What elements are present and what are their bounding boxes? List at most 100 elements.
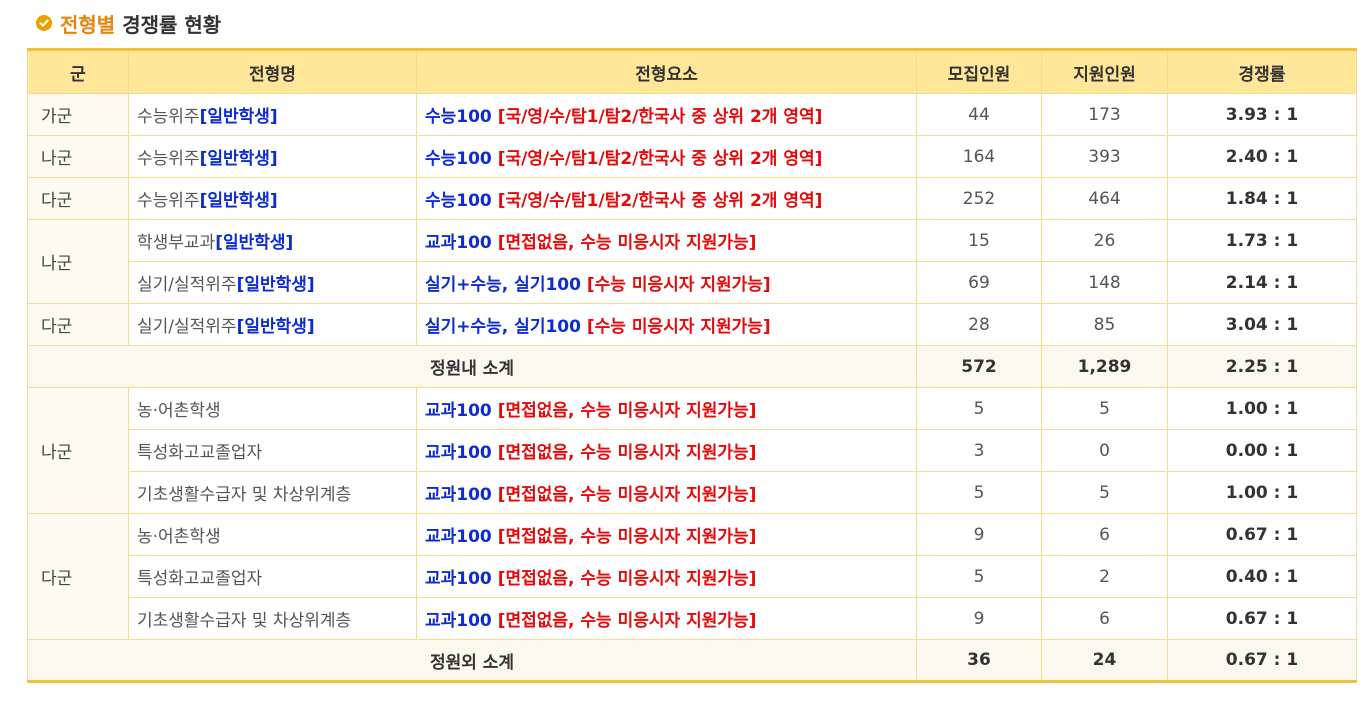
admission-tag: [일반학생] <box>199 191 278 211</box>
quota-cell: 69 <box>916 261 1042 304</box>
element-note: [면접없음, 수능 미응시자 지원가능] <box>497 527 757 547</box>
group-cell: 나군 <box>27 387 129 514</box>
element-note: [국/영/수/탐1/탐2/한국사 중 상위 2개 영역] <box>497 149 823 169</box>
section-title: 전형별 경쟁률 현황 <box>36 8 221 38</box>
admission-name-cell: 기초생활수급자 및 차상위계층 <box>128 471 417 514</box>
admission-name: 특성화고교졸업자 <box>137 443 263 463</box>
element-main: 수능100 <box>425 149 492 169</box>
admission-name-cell: 실기/실적위주[일반학생] <box>128 303 417 346</box>
group-cell: 가군 <box>27 93 129 136</box>
admission-name-cell: 수능위주[일반학생] <box>128 93 417 136</box>
element-main: 교과100 <box>425 485 492 505</box>
ratio-cell: 2.14 : 1 <box>1167 261 1357 304</box>
element-main: 실기+수능, 실기100 <box>425 275 581 295</box>
admission-elements-cell: 교과100 [면접없음, 수능 미응시자 지원가능] <box>416 429 917 472</box>
table-row: 실기/실적위주[일반학생] 실기+수능, 실기100 [수능 미응시자 지원가능… <box>28 261 1357 304</box>
admission-elements-cell: 교과100 [면접없음, 수능 미응시자 지원가능] <box>416 471 917 514</box>
admission-tag: [일반학생] <box>236 275 315 295</box>
applicants-cell: 26 <box>1041 219 1168 262</box>
element-note: [면접없음, 수능 미응시자 지원가능] <box>497 485 757 505</box>
ratio-cell: 0.67 : 1 <box>1167 513 1357 556</box>
admission-name-cell: 기초생활수급자 및 차상위계층 <box>128 597 417 640</box>
admission-name: 수능위주 <box>137 107 200 127</box>
subtotal-label: 정원외 소계 <box>27 639 917 682</box>
table-row: 다군 농·어촌학생 교과100 [면접없음, 수능 미응시자 지원가능] 9 6… <box>27 513 1357 640</box>
element-main: 교과100 <box>425 443 492 463</box>
quota-cell: 28 <box>916 303 1042 346</box>
admission-elements-cell: 교과100 [면접없음, 수능 미응시자 지원가능] <box>416 219 917 262</box>
check-circle-icon <box>36 15 52 31</box>
element-main: 교과100 <box>425 569 492 589</box>
admission-tag: [일반학생] <box>199 107 278 127</box>
admission-name: 농·어촌학생 <box>137 401 221 421</box>
admission-name-cell: 수능위주[일반학생] <box>128 177 417 220</box>
admission-tag: [일반학생] <box>199 149 278 169</box>
admission-elements-cell: 실기+수능, 실기100 [수능 미응시자 지원가능] <box>416 303 917 346</box>
applicants-cell: 6 <box>1041 597 1168 640</box>
admission-name-cell: 수능위주[일반학생] <box>128 135 417 178</box>
table-header-row: 군 전형명 전형요소 모집인원 지원인원 경쟁률 <box>27 49 1357 94</box>
quota-cell: 5 <box>916 387 1042 430</box>
admission-name-cell: 농·어촌학생 <box>128 513 417 556</box>
subtotal-quota: 572 <box>916 345 1042 388</box>
admission-name: 기초생활수급자 및 차상위계층 <box>137 485 352 505</box>
col-header-group: 군 <box>27 49 129 94</box>
table-row: 특성화고교졸업자 교과100 [면접없음, 수능 미응시자 지원가능] 3 0 … <box>28 429 1357 472</box>
ratio-cell: 2.40 : 1 <box>1167 135 1357 178</box>
admission-elements-cell: 수능100 [국/영/수/탐1/탐2/한국사 중 상위 2개 영역] <box>416 177 917 220</box>
admission-name-cell: 농·어촌학생 <box>128 387 417 430</box>
ratio-cell: 1.84 : 1 <box>1167 177 1357 220</box>
quota-cell: 9 <box>916 597 1042 640</box>
table-row: 나군 농·어촌학생 교과100 [면접없음, 수능 미응시자 지원가능] 5 5… <box>27 387 1357 514</box>
subtotal-applicants: 1,289 <box>1041 345 1168 388</box>
admission-elements-cell: 교과100 [면접없음, 수능 미응시자 지원가능] <box>416 555 917 598</box>
group-cell: 나군 <box>27 135 129 178</box>
col-header-quota: 모집인원 <box>916 49 1042 94</box>
col-header-name: 전형명 <box>128 49 417 94</box>
admission-elements-cell: 교과100 [면접없음, 수능 미응시자 지원가능] <box>416 513 917 556</box>
table-row: 가군 수능위주[일반학생] 수능100 [국/영/수/탐1/탐2/한국사 중 상… <box>27 93 1357 136</box>
admission-name: 기초생활수급자 및 차상위계층 <box>137 611 352 631</box>
admission-name-cell: 특성화고교졸업자 <box>128 429 417 472</box>
admission-name: 농·어촌학생 <box>137 527 221 547</box>
admission-elements-cell: 교과100 [면접없음, 수능 미응시자 지원가능] <box>416 387 917 430</box>
quota-cell: 15 <box>916 219 1042 262</box>
subtotal-ratio: 2.25 : 1 <box>1167 345 1357 388</box>
applicants-cell: 5 <box>1041 387 1168 430</box>
applicants-cell: 2 <box>1041 555 1168 598</box>
element-main: 수능100 <box>425 107 492 127</box>
admission-name: 실기/실적위주 <box>137 317 237 337</box>
admission-elements-cell: 교과100 [면접없음, 수능 미응시자 지원가능] <box>416 597 917 640</box>
element-note: [면접없음, 수능 미응시자 지원가능] <box>497 401 757 421</box>
ratio-cell: 0.67 : 1 <box>1167 597 1357 640</box>
element-main: 실기+수능, 실기100 <box>425 317 581 337</box>
element-note: [수능 미응시자 지원가능] <box>586 317 771 337</box>
subtotal-label: 정원내 소계 <box>27 345 917 388</box>
admission-name-cell: 특성화고교졸업자 <box>128 555 417 598</box>
admission-elements-cell: 수능100 [국/영/수/탐1/탐2/한국사 중 상위 2개 영역] <box>416 135 917 178</box>
element-note: [국/영/수/탐1/탐2/한국사 중 상위 2개 영역] <box>497 191 823 211</box>
ratio-cell: 3.04 : 1 <box>1167 303 1357 346</box>
competition-rate-table: 군 전형명 전형요소 모집인원 지원인원 경쟁률 가군 수능위주[일반학생] 수… <box>27 48 1357 683</box>
ratio-cell: 1.00 : 1 <box>1167 471 1357 514</box>
table-row: 다군 실기/실적위주[일반학생] 실기+수능, 실기100 [수능 미응시자 지… <box>27 303 1357 346</box>
title-text: 경쟁률 현황 <box>122 12 222 37</box>
element-main: 교과100 <box>425 401 492 421</box>
ratio-cell: 1.00 : 1 <box>1167 387 1357 430</box>
group-cell: 다군 <box>27 177 129 220</box>
col-header-ratio: 경쟁률 <box>1167 49 1357 94</box>
ratio-cell: 0.00 : 1 <box>1167 429 1357 472</box>
admission-name: 실기/실적위주 <box>137 275 237 295</box>
quota-cell: 5 <box>916 555 1042 598</box>
ratio-cell: 3.93 : 1 <box>1167 93 1357 136</box>
table-row: 나군 수능위주[일반학생] 수능100 [국/영/수/탐1/탐2/한국사 중 상… <box>27 135 1357 178</box>
element-main: 교과100 <box>425 611 492 631</box>
admission-elements-cell: 실기+수능, 실기100 [수능 미응시자 지원가능] <box>416 261 917 304</box>
quota-cell: 164 <box>916 135 1042 178</box>
quota-cell: 3 <box>916 429 1042 472</box>
element-main: 교과100 <box>425 233 492 253</box>
element-note: [면접없음, 수능 미응시자 지원가능] <box>497 569 757 589</box>
group-cell: 나군 <box>27 219 129 304</box>
admission-tag: [일반학생] <box>215 233 294 253</box>
ratio-cell: 1.73 : 1 <box>1167 219 1357 262</box>
